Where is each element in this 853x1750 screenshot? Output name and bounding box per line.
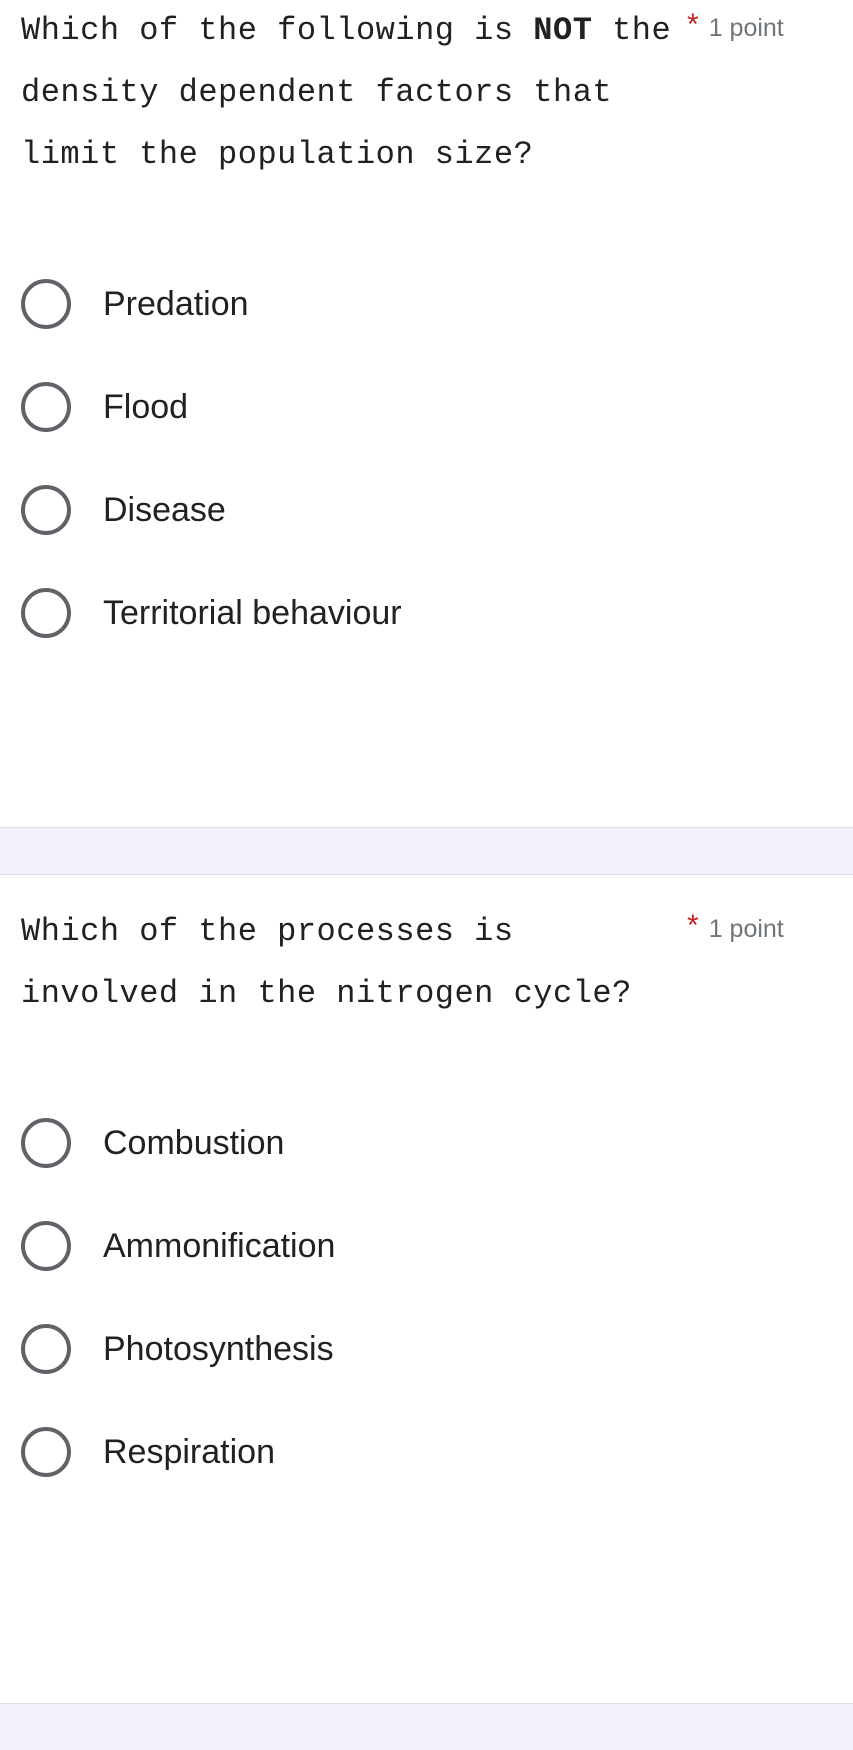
option-label: Respiration [103, 1432, 275, 1471]
option-row[interactable]: Flood [0, 355, 853, 458]
option-row[interactable]: Respiration [0, 1400, 853, 1503]
option-label: Photosynthesis [103, 1329, 334, 1368]
option-row[interactable]: Photosynthesis [0, 1297, 853, 1400]
question-2-title-part1: Which of the processes is involved in th… [21, 913, 632, 1012]
question-1-options: Predation Flood Disease Territorial beha… [0, 186, 853, 664]
bottom-separator-band [0, 1704, 853, 1750]
question-2-footer-spacer [0, 1503, 853, 1565]
question-2-points-label: 1 point [708, 915, 784, 943]
option-row[interactable]: Territorial behaviour [0, 561, 853, 664]
option-row[interactable]: Predation [0, 252, 853, 355]
radio-button-icon[interactable] [21, 1117, 71, 1168]
radio-button-icon[interactable] [21, 1323, 71, 1374]
radio-button-icon[interactable] [21, 484, 71, 535]
question-1-header: Which of the following is NOT the densit… [0, 0, 853, 186]
option-row[interactable]: Combustion [0, 1091, 853, 1194]
radio-button-icon[interactable] [21, 1220, 71, 1271]
option-label: Disease [103, 490, 226, 529]
question-2-title: Which of the processes is involved in th… [21, 901, 681, 1025]
question-2-options: Combustion Ammonification Photosynthesis… [0, 1025, 853, 1503]
required-asterisk-icon: * [687, 8, 699, 41]
question-1-title: Which of the following is NOT the densit… [21, 0, 681, 186]
question-2-header: Which of the processes is involved in th… [0, 875, 853, 1025]
radio-button-icon[interactable] [21, 1426, 71, 1477]
google-form-questions-page: Which of the following is NOT the densit… [0, 0, 853, 1750]
radio-button-icon[interactable] [21, 278, 71, 329]
question-1-footer-spacer [0, 664, 853, 720]
radio-button-icon[interactable] [21, 381, 71, 432]
question-1-points-label: 1 point [708, 14, 784, 42]
radio-button-icon[interactable] [21, 587, 71, 638]
question-1-title-part1: Which of the following is [21, 12, 534, 49]
option-label: Territorial behaviour [103, 593, 402, 632]
option-label: Combustion [103, 1123, 285, 1162]
required-asterisk-icon: * [687, 909, 699, 942]
option-label: Predation [103, 284, 249, 323]
card-separator-band [0, 828, 853, 874]
option-label: Flood [103, 387, 189, 426]
option-label: Ammonification [103, 1226, 336, 1265]
question-card-1: Which of the following is NOT the densit… [0, 0, 853, 828]
option-row[interactable]: Disease [0, 458, 853, 561]
question-card-2: Which of the processes is involved in th… [0, 874, 853, 1704]
question-1-title-emphasis: NOT [533, 12, 593, 49]
option-row[interactable]: Ammonification [0, 1194, 853, 1297]
